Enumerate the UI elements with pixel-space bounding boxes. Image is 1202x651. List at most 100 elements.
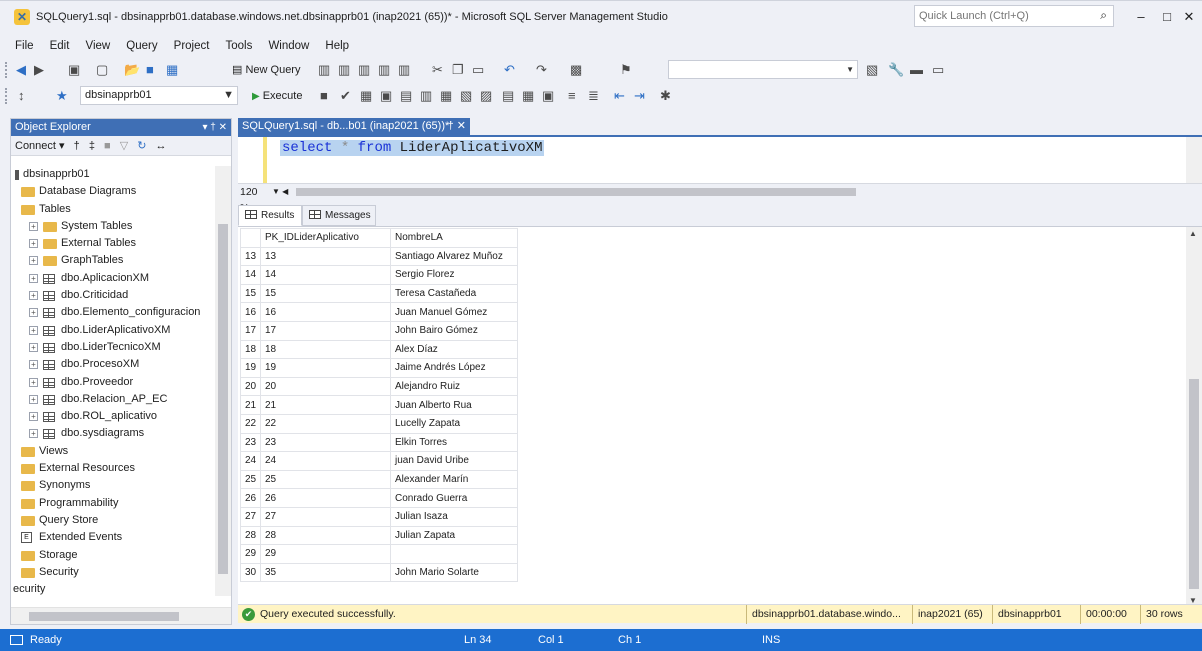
results-to-grid-icon[interactable]: ▦ bbox=[522, 87, 534, 105]
pk-cell[interactable]: 24 bbox=[260, 451, 391, 471]
table-row[interactable]: 30 35 John Mario Solarte bbox=[240, 562, 518, 583]
expand-icon[interactable]: + bbox=[29, 412, 38, 422]
activity-icon[interactable]: ↔ bbox=[156, 140, 167, 152]
paste-icon[interactable]: ▭ bbox=[472, 61, 484, 79]
menu-tools[interactable]: Tools bbox=[226, 36, 253, 56]
live-stats-icon[interactable]: ▧ bbox=[460, 87, 472, 105]
toolbar-grip[interactable] bbox=[5, 88, 9, 104]
results-grid[interactable]: PK_IDLiderAplicativo NombreLA 13 13 Santia… bbox=[240, 228, 518, 583]
new-project-icon[interactable]: ▣ bbox=[68, 61, 80, 79]
analysis-dmx-query-icon[interactable]: ▥ bbox=[358, 61, 370, 79]
undo-icon[interactable]: ↶ bbox=[504, 61, 515, 79]
pk-cell[interactable]: 19 bbox=[260, 358, 391, 378]
table-row[interactable]: 25 25 Alexander Marín bbox=[240, 469, 518, 490]
row-number-cell[interactable]: 15 bbox=[240, 283, 261, 304]
tree-item[interactable]: + dbo.ProcesoXM bbox=[11, 356, 215, 373]
specify-values-icon[interactable]: ✱ bbox=[660, 87, 671, 105]
pk-cell[interactable]: 27 bbox=[260, 506, 391, 527]
menu-query[interactable]: Query bbox=[126, 36, 157, 56]
name-cell[interactable]: John Mario Solarte bbox=[390, 562, 518, 583]
tree-item[interactable]: + dbo.AplicacionXM bbox=[11, 270, 215, 287]
table-row[interactable]: 29 29 bbox=[240, 544, 518, 564]
table-row[interactable]: 24 24 juan David Uribe bbox=[240, 451, 518, 471]
redo-icon[interactable]: ↷ bbox=[536, 61, 547, 79]
pk-cell[interactable]: 25 bbox=[260, 469, 391, 490]
display-plan-icon[interactable]: ▦ bbox=[360, 87, 372, 105]
pk-cell[interactable]: 20 bbox=[260, 376, 391, 397]
tab-results[interactable]: Results bbox=[238, 205, 302, 226]
pk-cell[interactable]: 35 bbox=[260, 562, 391, 583]
pk-cell[interactable]: 22 bbox=[260, 413, 391, 434]
menu-edit[interactable]: Edit bbox=[50, 36, 70, 56]
new-query-button[interactable]: ▤ New Query bbox=[232, 62, 300, 78]
cut-icon[interactable]: ✂ bbox=[432, 61, 443, 79]
pk-cell[interactable]: 18 bbox=[260, 339, 391, 360]
tab-controls[interactable]: † ✕ bbox=[448, 118, 466, 135]
row-number-cell[interactable]: 17 bbox=[240, 320, 261, 341]
expand-icon[interactable]: + bbox=[29, 429, 38, 439]
tree-item[interactable]: dbsinapprb01 bbox=[11, 166, 215, 183]
window-icon[interactable]: ▭ bbox=[932, 61, 944, 79]
row-number-cell[interactable]: 14 bbox=[240, 265, 261, 285]
solution-explorer-icon[interactable]: ▩ bbox=[570, 61, 582, 79]
menu-file[interactable]: File bbox=[15, 36, 34, 56]
tree-item[interactable]: Views bbox=[11, 443, 215, 460]
menu-window[interactable]: Window bbox=[268, 36, 309, 56]
row-number-cell[interactable]: 24 bbox=[240, 451, 261, 471]
tree-item[interactable]: E Extended Events bbox=[11, 529, 215, 546]
tree-item[interactable]: + dbo.Elemento_configuracion bbox=[11, 304, 215, 321]
row-number-cell[interactable]: 13 bbox=[240, 246, 261, 267]
properties-icon[interactable]: ▧ bbox=[866, 61, 878, 79]
row-number-cell[interactable]: 30 bbox=[240, 562, 261, 583]
row-number-cell[interactable]: 16 bbox=[240, 302, 261, 322]
pk-cell[interactable]: 28 bbox=[260, 525, 391, 546]
find-combo[interactable]: ▼ bbox=[668, 60, 858, 79]
table-row[interactable]: 14 14 Sergio Florez bbox=[240, 265, 518, 285]
row-number-cell[interactable]: 21 bbox=[240, 395, 261, 415]
tree-item[interactable]: + dbo.Criticidad bbox=[11, 287, 215, 304]
expand-icon[interactable]: + bbox=[29, 360, 38, 370]
expand-icon[interactable]: + bbox=[29, 377, 38, 387]
close-button[interactable]: ✕ bbox=[1178, 7, 1200, 27]
results-to-text-icon[interactable]: ▤ bbox=[502, 87, 514, 105]
expand-icon[interactable]: + bbox=[29, 325, 38, 335]
save-icon[interactable]: ■ bbox=[146, 61, 154, 79]
table-row[interactable]: 17 17 John Bairo Gómez bbox=[240, 320, 518, 341]
editor-horizontal-scrollbar-thumb[interactable] bbox=[296, 188, 856, 196]
copy-icon[interactable]: ❐ bbox=[452, 61, 464, 79]
name-cell[interactable]: John Bairo Gómez bbox=[390, 320, 518, 341]
table-row[interactable]: 20 20 Alejandro Ruiz bbox=[240, 376, 518, 397]
pk-cell[interactable]: 23 bbox=[260, 432, 391, 453]
options-icon[interactable]: ▤ bbox=[400, 87, 412, 105]
refresh-icon[interactable]: ↻ bbox=[137, 140, 146, 152]
panel-controls[interactable]: ▾ † ✕ bbox=[202, 119, 227, 136]
expand-icon[interactable]: + bbox=[29, 239, 38, 249]
include-plan-icon[interactable]: ▦ bbox=[440, 87, 452, 105]
tree-item[interactable]: External Resources bbox=[11, 460, 215, 477]
forward-icon[interactable]: ▶ bbox=[34, 61, 44, 79]
filter-icon[interactable]: ▽ bbox=[120, 140, 128, 152]
toolbox-icon[interactable]: ▬ bbox=[910, 61, 923, 79]
query-designer-icon[interactable]: ▣ bbox=[380, 87, 392, 105]
chevron-down-icon[interactable]: ▼ ◀ bbox=[272, 184, 288, 200]
pk-cell[interactable]: 17 bbox=[260, 320, 391, 341]
row-number-cell[interactable]: 27 bbox=[240, 506, 261, 527]
tree-item[interactable]: + dbo.Relacion_AP_EC bbox=[11, 391, 215, 408]
analysis-mdx-query-icon[interactable]: ▥ bbox=[338, 61, 350, 79]
scrollbar-thumb[interactable] bbox=[29, 612, 179, 621]
connect-plug-icon[interactable]: † bbox=[74, 140, 80, 152]
name-cell[interactable]: Elkin Torres bbox=[390, 432, 518, 453]
search-icon[interactable]: ⌕ bbox=[1100, 8, 1107, 23]
tree-item[interactable]: Synonyms bbox=[11, 477, 215, 494]
table-row[interactable]: 26 26 Conrado Guerra bbox=[240, 488, 518, 508]
database-engine-query-icon[interactable]: ▥ bbox=[318, 61, 330, 79]
filter-icon[interactable]: ↕ bbox=[18, 87, 25, 105]
pk-cell[interactable]: 16 bbox=[260, 302, 391, 322]
table-row[interactable]: 27 27 Julian Isaza bbox=[240, 506, 518, 527]
table-row[interactable]: 13 13 Santiago Alvarez Muñoz bbox=[240, 246, 518, 267]
name-cell[interactable]: Juan Manuel Gómez bbox=[390, 302, 518, 322]
table-row[interactable]: 23 23 Elkin Torres bbox=[240, 432, 518, 453]
tree-item[interactable]: Programmability bbox=[11, 495, 215, 512]
toolbar-grip[interactable] bbox=[5, 62, 9, 78]
code-line-selected[interactable]: select * from LiderAplicativoXM bbox=[280, 140, 545, 156]
